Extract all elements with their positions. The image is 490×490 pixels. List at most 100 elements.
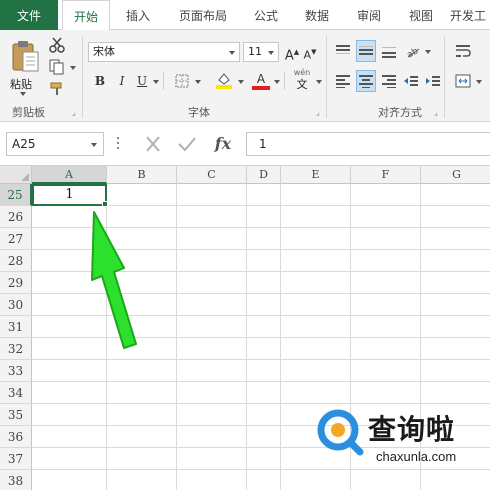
name-box-dropdown-arrow-icon[interactable] bbox=[91, 143, 97, 147]
enter-entry-icon[interactable] bbox=[174, 132, 200, 156]
borders-dropdown-arrow-icon[interactable] bbox=[195, 80, 201, 84]
formula-input[interactable]: 1 bbox=[246, 132, 490, 156]
align-right-icon[interactable] bbox=[380, 72, 398, 90]
font-name-combo[interactable]: 宋体 bbox=[88, 42, 240, 62]
tab-home[interactable]: 开始 bbox=[62, 0, 110, 31]
group-divider bbox=[326, 36, 327, 118]
shrink-font-label: A bbox=[303, 48, 312, 62]
row-header-28[interactable]: 28 bbox=[0, 250, 32, 272]
green-arrow-annotation-icon bbox=[91, 211, 137, 349]
alignment-group-label: 对齐方式 bbox=[378, 106, 422, 119]
font-color-dropdown-arrow-icon[interactable] bbox=[274, 80, 280, 84]
row-header-36[interactable]: 36 bbox=[0, 426, 32, 448]
fill-color-icon[interactable] bbox=[214, 70, 234, 90]
watermark-url: chaxunla.com bbox=[376, 449, 457, 464]
grow-font-button[interactable]: A▲ bbox=[284, 43, 300, 64]
decrease-indent-icon[interactable] bbox=[402, 72, 420, 90]
phonetic-guide-button[interactable]: wén 文 bbox=[292, 68, 312, 91]
row-header-29[interactable]: 29 bbox=[0, 272, 32, 294]
align-center-icon[interactable] bbox=[356, 70, 376, 92]
top-align-icon[interactable] bbox=[334, 42, 352, 60]
group-divider bbox=[444, 36, 445, 118]
name-box[interactable]: A25 bbox=[6, 132, 104, 156]
align-left-icon[interactable] bbox=[334, 72, 352, 90]
row-header-27[interactable]: 27 bbox=[0, 228, 32, 250]
group-divider bbox=[82, 36, 83, 118]
cut-icon[interactable] bbox=[48, 36, 66, 54]
svg-text:ab: ab bbox=[405, 46, 420, 59]
borders-icon[interactable] bbox=[174, 73, 190, 89]
bold-button[interactable]: B bbox=[92, 72, 108, 90]
grow-font-label: A bbox=[284, 48, 294, 64]
tab-formulas[interactable]: 公式 bbox=[244, 0, 288, 30]
row-header-37[interactable]: 37 bbox=[0, 448, 32, 470]
tab-file[interactable]: 文件 bbox=[0, 0, 58, 30]
clipboard-launcher-icon[interactable]: ⌟ bbox=[72, 108, 76, 117]
insert-function-button[interactable]: fx bbox=[208, 132, 238, 156]
row-header-33[interactable]: 33 bbox=[0, 360, 32, 382]
copy-icon[interactable] bbox=[48, 58, 66, 76]
phonetic-bottom-label: 文 bbox=[296, 78, 308, 91]
merge-center-icon[interactable] bbox=[454, 72, 472, 90]
column-header-e[interactable]: E bbox=[281, 166, 351, 184]
worksheet-grid[interactable]: A B C D E F G 25 26 27 28 29 30 31 32 33… bbox=[0, 166, 490, 490]
row-header-32[interactable]: 32 bbox=[0, 338, 32, 360]
tab-page-layout[interactable]: 页面布局 bbox=[168, 0, 238, 30]
column-header-a[interactable]: A bbox=[32, 166, 107, 184]
row-header-35[interactable]: 35 bbox=[0, 404, 32, 426]
shrink-font-button[interactable]: A▼ bbox=[302, 43, 318, 62]
font-group-label: 字体 bbox=[188, 106, 210, 119]
font-size-combo[interactable]: 11 bbox=[243, 42, 279, 62]
magnifier-logo-icon bbox=[317, 409, 364, 456]
tab-insert[interactable]: 插入 bbox=[114, 0, 162, 30]
column-header-g[interactable]: G bbox=[421, 166, 490, 184]
column-header-c[interactable]: C bbox=[177, 166, 247, 184]
row-header-31[interactable]: 31 bbox=[0, 316, 32, 338]
tab-review[interactable]: 审阅 bbox=[346, 0, 392, 30]
underline-dropdown-arrow-icon[interactable] bbox=[153, 80, 159, 84]
orientation-icon[interactable]: ab bbox=[404, 42, 422, 60]
phonetic-dropdown-arrow-icon[interactable] bbox=[316, 80, 322, 84]
merge-dropdown-arrow-icon[interactable] bbox=[476, 80, 482, 84]
column-header-b[interactable]: B bbox=[107, 166, 177, 184]
watermark-logo: 查询啦 chaxunla.com bbox=[316, 406, 486, 470]
row-header-38[interactable]: 38 bbox=[0, 470, 32, 490]
clipboard-group-label: 剪贴板 bbox=[12, 106, 45, 119]
middle-align-icon[interactable] bbox=[356, 40, 376, 62]
name-box-value: A25 bbox=[12, 137, 36, 151]
font-launcher-icon[interactable]: ⌟ bbox=[316, 108, 320, 117]
active-cell-a25[interactable]: 1 bbox=[32, 184, 107, 206]
tab-developer[interactable]: 开发工 bbox=[450, 0, 490, 30]
row-header-30[interactable]: 30 bbox=[0, 294, 32, 316]
cancel-entry-icon[interactable] bbox=[140, 132, 166, 156]
font-color-button[interactable]: A bbox=[252, 70, 270, 90]
paste-icon[interactable] bbox=[8, 38, 42, 74]
tab-view[interactable]: 视图 bbox=[398, 0, 444, 30]
row-header-25[interactable]: 25 bbox=[0, 184, 32, 206]
font-size-dropdown-arrow-icon[interactable] bbox=[268, 51, 274, 55]
paste-dropdown-arrow-icon[interactable] bbox=[20, 92, 26, 96]
row-header-26[interactable]: 26 bbox=[0, 206, 32, 228]
grid-row-line bbox=[32, 403, 490, 404]
italic-button[interactable]: I bbox=[114, 72, 130, 90]
bottom-align-icon[interactable] bbox=[380, 42, 398, 60]
copy-dropdown-arrow-icon[interactable] bbox=[70, 66, 76, 70]
paste-label[interactable]: 粘贴 bbox=[10, 76, 32, 92]
tab-data[interactable]: 数据 bbox=[294, 0, 340, 30]
fill-color-dropdown-arrow-icon[interactable] bbox=[238, 80, 244, 84]
formula-bar-grip-icon[interactable] bbox=[116, 134, 120, 154]
alignment-launcher-icon[interactable]: ⌟ bbox=[434, 108, 438, 117]
column-header-d[interactable]: D bbox=[247, 166, 281, 184]
font-name-value: 宋体 bbox=[93, 45, 115, 58]
format-painter-icon[interactable] bbox=[48, 80, 66, 98]
wrap-text-icon[interactable] bbox=[454, 42, 472, 60]
watermark-title: 查询啦 bbox=[368, 413, 456, 446]
column-header-f[interactable]: F bbox=[351, 166, 421, 184]
font-name-dropdown-arrow-icon[interactable] bbox=[229, 51, 235, 55]
increase-indent-icon[interactable] bbox=[424, 72, 442, 90]
orientation-dropdown-arrow-icon[interactable] bbox=[425, 50, 431, 54]
select-all-corner[interactable] bbox=[0, 166, 32, 184]
font-color-label: A bbox=[256, 72, 266, 86]
row-header-34[interactable]: 34 bbox=[0, 382, 32, 404]
underline-button[interactable]: U bbox=[134, 72, 150, 90]
